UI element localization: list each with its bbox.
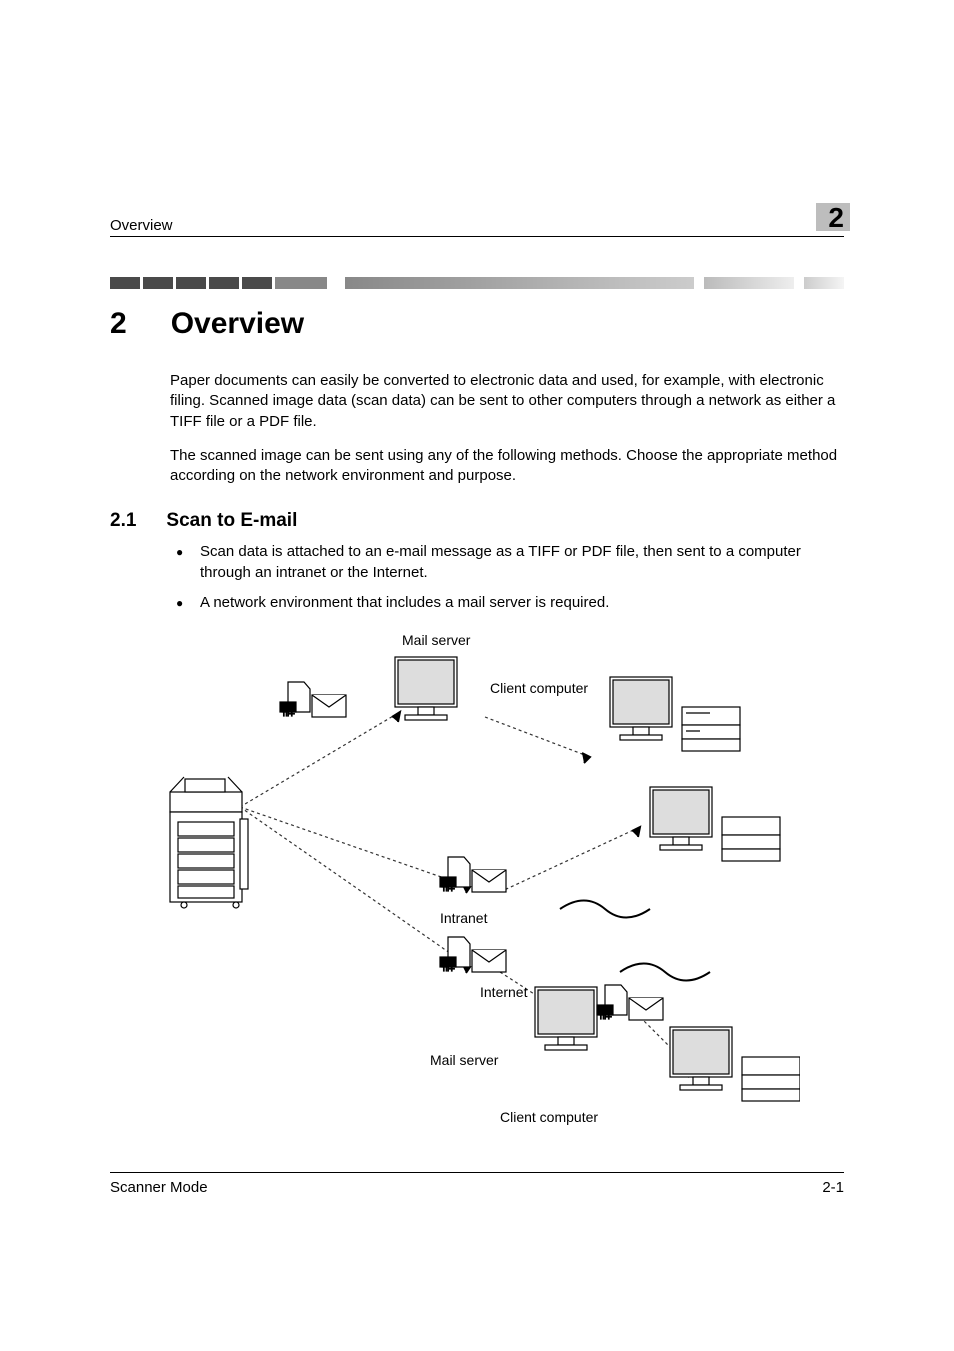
computer-icon bbox=[650, 787, 780, 861]
decorative-strip bbox=[110, 277, 844, 289]
scan-to-email-diagram: Mail server PDF TIFF Clien bbox=[140, 627, 844, 1132]
chapter-heading: 2 Overview bbox=[110, 307, 844, 341]
svg-text:TIFF: TIFF bbox=[442, 887, 455, 893]
intro-p2: The scanned image can be sent using any … bbox=[170, 446, 844, 487]
list-item: A network environment that includes a ma… bbox=[170, 593, 844, 613]
mail-server-bottom-label: Mail server bbox=[430, 1052, 499, 1068]
attachment-icon: PDF TIFF bbox=[280, 682, 346, 718]
running-header: Overview 2 bbox=[110, 200, 844, 237]
chapter-number: 2 bbox=[110, 307, 127, 341]
section-heading: 2.1 Scan to E-mail bbox=[110, 510, 844, 532]
section-bullets: Scan data is attached to an e-mail messa… bbox=[170, 542, 844, 613]
attachment-icon: PDF TIFF bbox=[440, 937, 506, 973]
page-footer: Scanner Mode 2-1 bbox=[110, 1172, 844, 1196]
monitor-icon bbox=[395, 657, 457, 720]
intranet-label: Intranet bbox=[440, 910, 488, 926]
internet-label: Internet bbox=[480, 984, 528, 1000]
client-computer-top-label: Client computer bbox=[490, 680, 588, 696]
svg-text:TIFF: TIFF bbox=[282, 712, 295, 718]
computer-icon bbox=[610, 677, 740, 751]
client-computer-bottom-label: Client computer bbox=[500, 1109, 598, 1125]
monitor-icon bbox=[535, 987, 597, 1050]
footer-left: Scanner Mode bbox=[110, 1179, 208, 1196]
mail-server-top-label: Mail server bbox=[402, 632, 471, 648]
computer-icon bbox=[670, 1027, 800, 1101]
intro-p1: Paper documents can easily be converted … bbox=[170, 371, 844, 432]
svg-text:TIFF: TIFF bbox=[599, 1015, 612, 1021]
svg-text:TIFF: TIFF bbox=[442, 967, 455, 973]
footer-right: 2-1 bbox=[822, 1179, 844, 1196]
list-item: Scan data is attached to an e-mail messa… bbox=[170, 542, 844, 583]
attachment-icon: PDF TIFF bbox=[597, 985, 663, 1021]
section-number: 2.1 bbox=[110, 510, 136, 532]
chapter-tab-number: 2 bbox=[828, 202, 844, 234]
mfp-icon bbox=[170, 777, 248, 908]
attachment-icon: PDF TIFF bbox=[440, 857, 506, 893]
chapter-tab: 2 bbox=[816, 200, 844, 234]
chapter-title: Overview bbox=[171, 307, 304, 341]
intro-text: Paper documents can easily be converted … bbox=[170, 371, 844, 486]
section-title: Scan to E-mail bbox=[166, 510, 297, 532]
header-section-name: Overview bbox=[110, 217, 173, 234]
